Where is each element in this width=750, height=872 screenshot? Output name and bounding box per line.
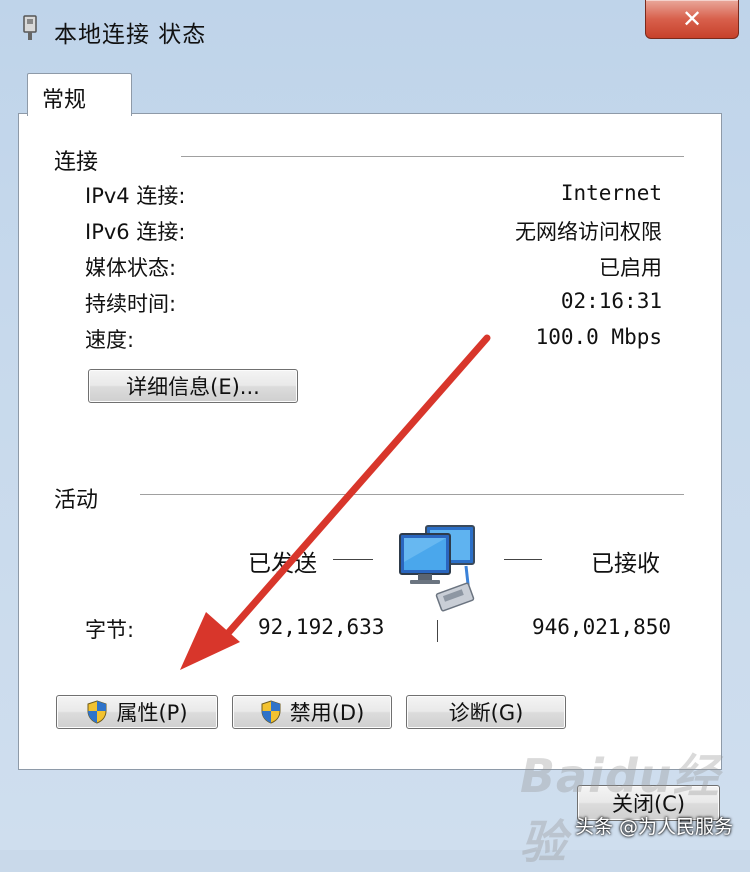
disable-button-label: 禁用(D)	[289, 701, 365, 725]
sent-line	[333, 559, 373, 560]
bytes-received-value: 946,021,850	[532, 615, 672, 639]
bytes-divider	[437, 620, 438, 642]
connection-divider	[181, 156, 684, 158]
network-computers-icon	[399, 525, 475, 612]
ipv6-label: IPv6 连接:	[85, 220, 186, 244]
speed-value: 100.0 Mbps	[535, 325, 662, 349]
status-dialog: 本地连接 状态 ✕ 常规 连接 IPv4 连接: Internet IPv6 连…	[0, 0, 750, 869]
bytes-label: 字节:	[85, 618, 135, 642]
properties-button-label: 属性(P)	[116, 701, 188, 725]
speed-label: 速度:	[85, 328, 135, 352]
network-adapter-icon	[23, 15, 37, 40]
close-window-button[interactable]: ✕	[645, 0, 739, 39]
tab-general-label: 常规	[42, 88, 87, 113]
sent-label: 已发送	[248, 551, 317, 577]
ipv4-value: Internet	[560, 181, 662, 205]
duration-value: 02:16:31	[560, 289, 662, 313]
close-icon: ✕	[681, 5, 703, 33]
activity-section-label: 活动	[54, 488, 99, 513]
window-title: 本地连接 状态	[54, 22, 207, 48]
connection-section-label: 连接	[54, 150, 99, 175]
media-state-value: 已启用	[599, 256, 662, 280]
source-credit: 头条 @为人民服务	[575, 816, 734, 838]
uac-shield-icon	[261, 700, 281, 724]
watermark: Baidu经验	[520, 749, 720, 869]
ipv4-label: IPv4 连接:	[85, 184, 186, 208]
disable-button[interactable]: 禁用(D)	[232, 695, 392, 729]
tab-general[interactable]: 常规	[27, 73, 132, 116]
received-label: 已接收	[591, 551, 660, 577]
tab-panel	[18, 113, 722, 770]
diagnose-button[interactable]: 诊断(G)	[406, 695, 566, 729]
details-button-label: 详细信息(E)...	[126, 375, 260, 399]
activity-divider	[140, 494, 684, 496]
bytes-sent-value: 92,192,633	[258, 615, 385, 639]
media-state-label: 媒体状态:	[85, 256, 177, 280]
received-line	[504, 559, 542, 560]
title-bar: 本地连接 状态 ✕	[0, 0, 750, 58]
details-button[interactable]: 详细信息(E)...	[88, 369, 298, 403]
properties-button[interactable]: 属性(P)	[56, 695, 218, 729]
ipv6-value: 无网络访问权限	[515, 220, 662, 244]
uac-shield-icon	[87, 700, 107, 724]
diagnose-button-label: 诊断(G)	[448, 701, 524, 725]
duration-label: 持续时间:	[85, 292, 177, 316]
